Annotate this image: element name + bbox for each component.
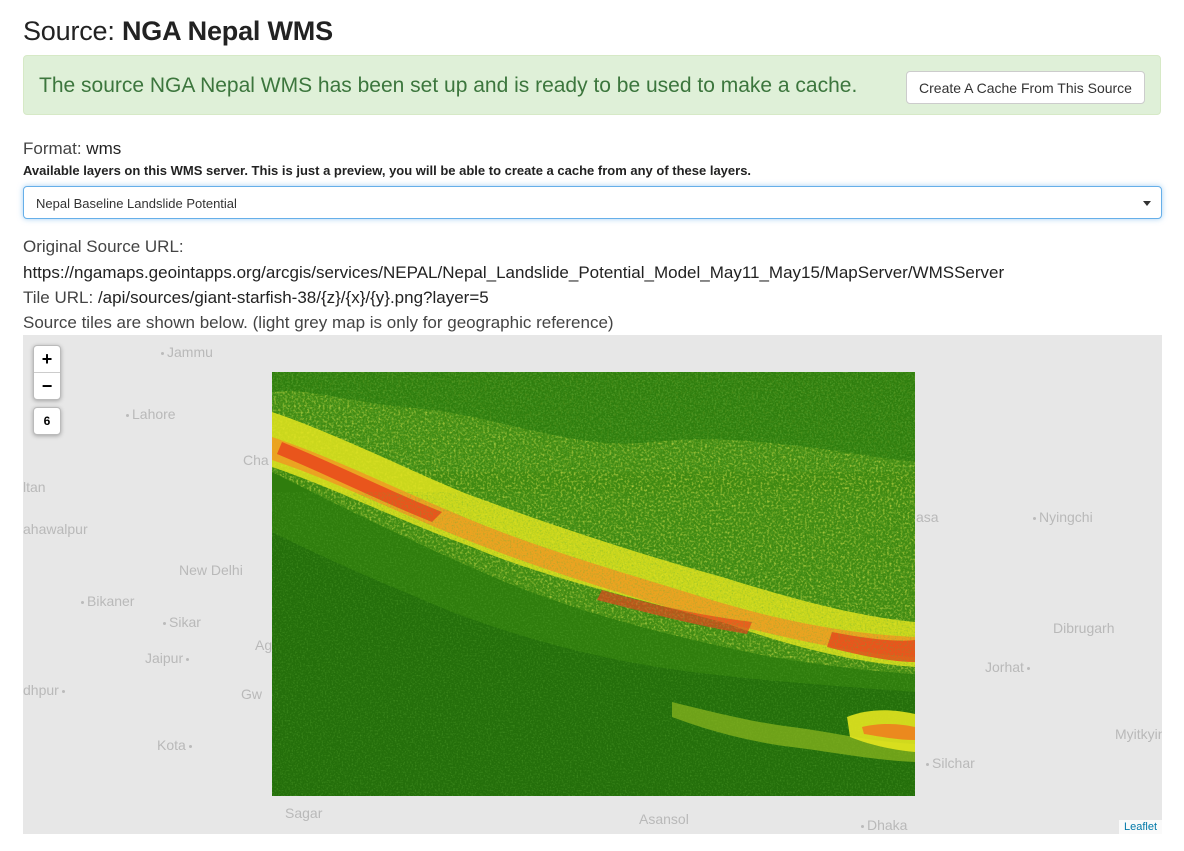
zoom-level-indicator: 6 <box>33 407 61 435</box>
wms-tile-layer <box>272 372 915 796</box>
city-label: Myitkyin <box>1115 726 1162 742</box>
success-alert: The source NGA Nepal WMS has been set up… <box>23 55 1161 115</box>
map-note: Source tiles are shown below. (light gre… <box>23 313 614 332</box>
city-label: Lahore <box>123 406 176 422</box>
city-label: Sagar <box>285 805 323 821</box>
city-label: Jammu <box>158 344 213 360</box>
city-label: asa <box>916 509 939 525</box>
layers-hint: Available layers on this WMS server. Thi… <box>23 163 752 178</box>
city-label: Bikaner <box>78 593 134 609</box>
city-label: New Delhi <box>179 562 243 578</box>
tile-url-row: Tile URL: /api/sources/giant-starfish-38… <box>23 288 489 308</box>
original-url-value: https://ngamaps.geointapps.org/arcgis/se… <box>23 263 1005 282</box>
city-label: dhpur <box>23 682 68 698</box>
format-value: wms <box>86 139 122 158</box>
city-label: Nyingchi <box>1030 509 1093 525</box>
page-title: Source: NGA Nepal WMS <box>23 16 333 47</box>
city-label: Gw <box>241 686 262 702</box>
tile-url-value: /api/sources/giant-starfish-38/{z}/{x}/{… <box>97 288 489 307</box>
city-label: Ag <box>255 637 273 653</box>
city-label: Jaipur <box>145 650 192 666</box>
city-label: ahawalpur <box>23 521 88 537</box>
layer-select[interactable]: Nepal Baseline Landslide Potential <box>23 186 1162 219</box>
city-label: Cha <box>243 452 269 468</box>
city-label: Jorhat <box>985 659 1033 675</box>
zoom-out-button[interactable]: − <box>34 372 60 399</box>
format-row: Format: wms <box>23 139 121 159</box>
layer-select-value: Nepal Baseline Landslide Potential <box>36 196 237 211</box>
original-url-label: Original Source URL: <box>23 237 184 256</box>
zoom-in-button[interactable]: + <box>34 346 60 372</box>
city-label: Dhaka <box>858 817 907 833</box>
tile-url-label: Tile URL: <box>23 288 94 307</box>
create-cache-button[interactable]: Create A Cache From This Source <box>906 71 1145 104</box>
zoom-control: + − <box>33 345 61 400</box>
city-label: Sikar <box>160 614 201 630</box>
format-label: Format: <box>23 139 82 158</box>
alert-message: The source NGA Nepal WMS has been set up… <box>39 74 858 97</box>
map-attribution[interactable]: Leaflet <box>1118 820 1162 834</box>
source-name: NGA Nepal WMS <box>121 16 333 46</box>
title-prefix: Source: <box>23 16 115 46</box>
city-label: ltan <box>23 479 46 495</box>
leaflet-link[interactable]: Leaflet <box>1124 821 1157 833</box>
city-label: Kota <box>157 737 195 753</box>
caret-down-icon <box>1143 201 1151 206</box>
city-label: Asansol <box>639 811 689 827</box>
city-label: Silchar <box>923 755 975 771</box>
city-label: Dibrugarh <box>1053 620 1115 636</box>
map-view[interactable]: Jammu Lahore Cha ltan ahawalpur New Delh… <box>23 335 1162 834</box>
